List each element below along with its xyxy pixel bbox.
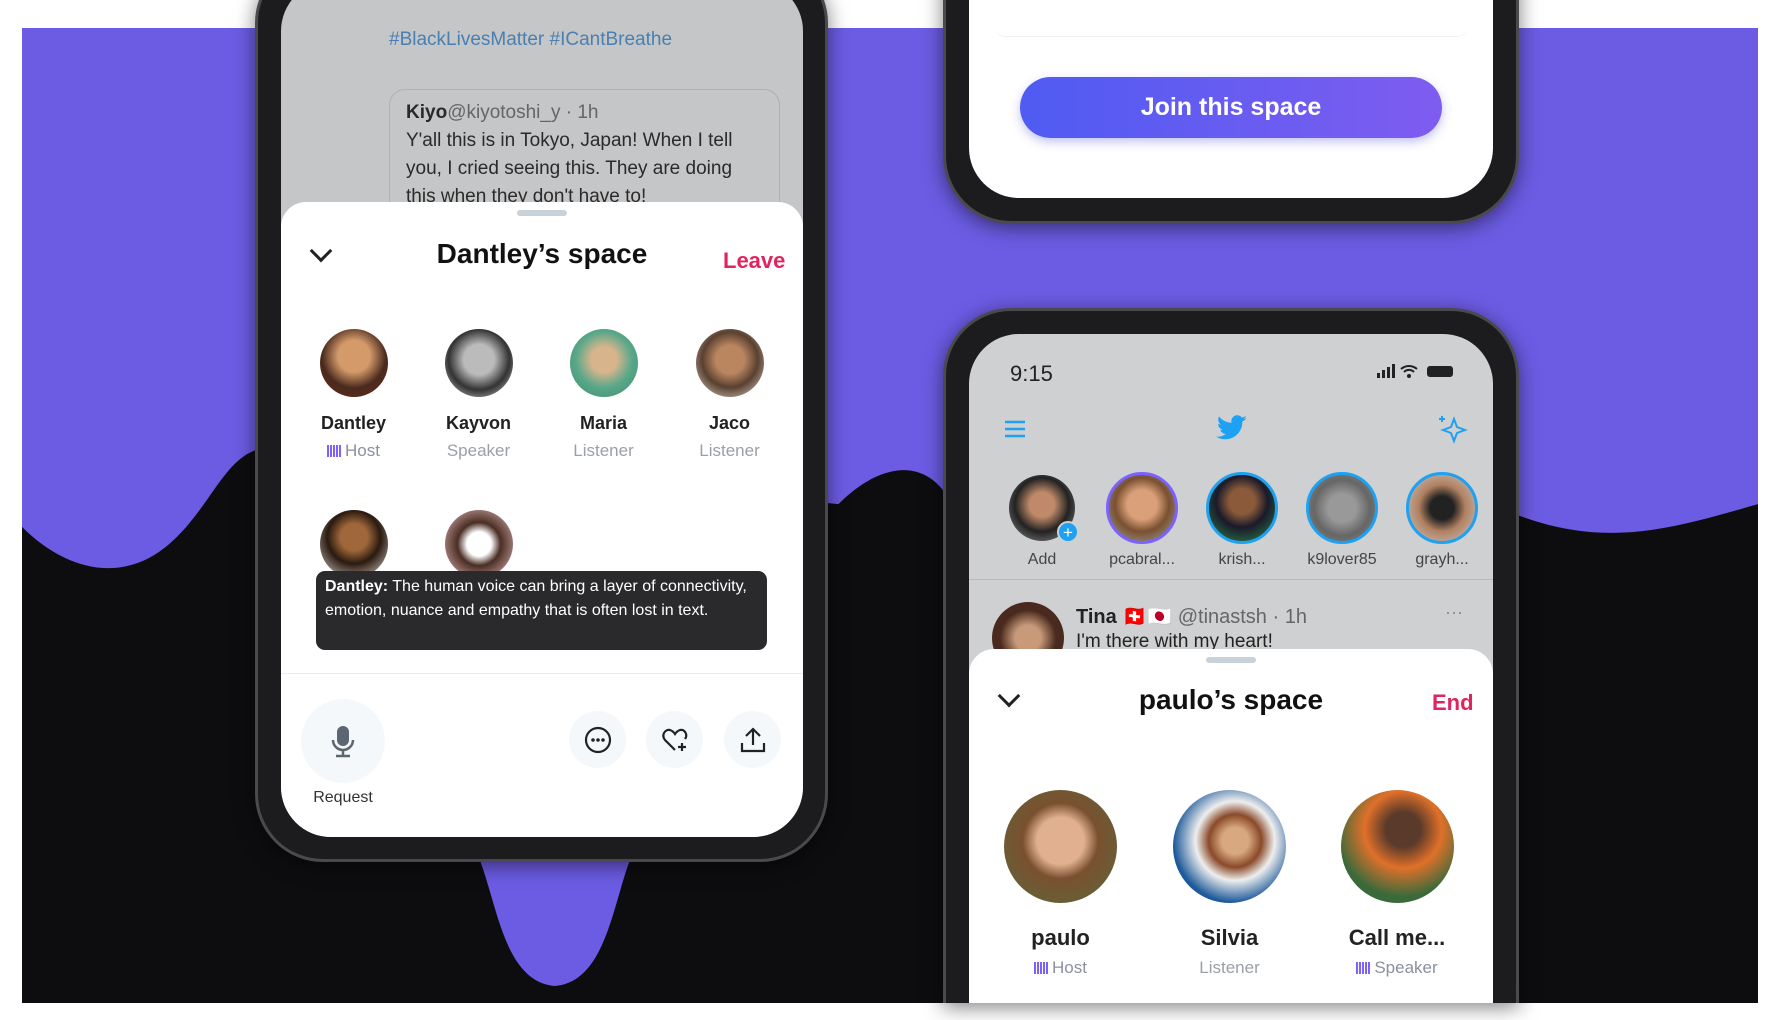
avatar-listener[interactable] — [445, 510, 513, 578]
avatar — [1106, 472, 1178, 544]
avatar — [1340, 790, 1454, 903]
microphone-icon — [331, 726, 355, 758]
request-label: Request — [313, 789, 373, 806]
sheet-grabber[interactable] — [1206, 657, 1256, 663]
stage: #BlackLivesMatter #ICantBreathe Kiyo@kiy… — [0, 0, 1778, 1020]
more-button[interactable] — [569, 711, 626, 768]
fleet-item[interactable]: grayh... — [1392, 472, 1492, 569]
end-button[interactable]: End — [1432, 690, 1474, 716]
quote-text: Y'all this is in Tokyo, Japan! When I te… — [406, 130, 733, 207]
participant-role: Listener — [699, 441, 760, 460]
leave-button[interactable]: Leave — [723, 248, 785, 274]
caption-speaker: Dantley: — [325, 578, 389, 595]
caption-text: The human voice can bring a layer of con… — [325, 578, 747, 619]
participant-name: Maria — [579, 413, 628, 433]
share-button[interactable] — [724, 711, 781, 768]
tweet-flags: 🇨🇭🇯🇵 — [1122, 606, 1173, 628]
participant-dantley[interactable]: Dantley Host — [297, 329, 410, 461]
participant-kayvon[interactable]: Kayvon Speaker — [422, 329, 535, 461]
join-space-button[interactable]: Join this space — [1020, 77, 1442, 138]
audio-wave-icon — [1356, 962, 1371, 974]
participant-role: Listener — [573, 441, 634, 460]
divider — [969, 579, 1493, 580]
bottom-right-phone: 9:15 + Add pcabral... krish... k9lover85… — [943, 308, 1519, 1003]
twitter-bird-icon[interactable] — [1213, 413, 1249, 443]
participant-call-me[interactable]: Call me... Speaker — [1337, 790, 1457, 978]
avatar — [1173, 790, 1286, 903]
avatar-listener[interactable] — [320, 510, 388, 578]
quote-author: Kiyo — [406, 102, 448, 123]
participant-silvia[interactable]: Silvia Listener — [1173, 790, 1286, 978]
avatar — [1206, 472, 1278, 544]
more-icon — [584, 726, 611, 753]
top-right-phone-screen: Join this space — [969, 0, 1493, 198]
space-title: paulo’s space — [1138, 684, 1324, 715]
participant-name: Kayvon — [445, 413, 512, 433]
share-icon — [740, 726, 765, 752]
participant-name: Call me... — [1348, 925, 1446, 950]
fleet-label: k9lover85 — [1307, 551, 1377, 568]
participant-role: Host — [1052, 958, 1087, 977]
top-right-phone: Join this space — [943, 0, 1519, 224]
fleet-label: pcabral... — [1109, 551, 1175, 568]
participant-jaco[interactable]: Jaco Listener — [673, 329, 786, 461]
sparkle-icon[interactable] — [1436, 413, 1468, 445]
left-phone: #BlackLivesMatter #ICantBreathe Kiyo@kiy… — [255, 0, 828, 862]
menu-icon[interactable] — [1003, 419, 1027, 439]
participant-name: Jaco — [708, 413, 751, 433]
space-sheet: Dantley’s space Leave Dantley Host Kayvo… — [281, 202, 803, 837]
fleet-label: grayh... — [1415, 551, 1469, 568]
tweet-more-icon[interactable]: ··· — [1445, 602, 1463, 623]
avatar — [1004, 790, 1117, 903]
quote-handle: @kiyotoshi_y · 1h — [447, 102, 599, 123]
avatar — [1306, 472, 1378, 544]
participant-name: Silvia — [1200, 925, 1259, 950]
participant-name: Dantley — [320, 413, 387, 433]
left-phone-screen: #BlackLivesMatter #ICantBreathe Kiyo@kiy… — [281, 0, 803, 837]
heart-plus-icon — [661, 728, 687, 751]
avatar: + — [1009, 475, 1079, 543]
participant-role: Listener — [1199, 958, 1260, 977]
participant-name: paulo — [1031, 925, 1090, 950]
tweet-handle: @tinastsh · 1h — [1177, 606, 1307, 628]
tweet-hashtags[interactable]: #BlackLivesMatter #ICantBreathe — [389, 29, 672, 51]
fleet-item[interactable]: pcabral... — [1092, 472, 1192, 569]
participant-maria[interactable]: Maria Listener — [547, 329, 660, 461]
avatar — [569, 329, 638, 397]
tweet-author[interactable]: Tina — [1076, 606, 1117, 628]
fleet-label: krish... — [1218, 551, 1266, 568]
divider — [281, 673, 803, 674]
fleets-row: + Add pcabral... krish... k9lover85 gray… — [992, 472, 1492, 569]
avatar — [444, 329, 513, 397]
participant-role: Host — [345, 441, 380, 460]
participant-paulo[interactable]: paulo Host — [1004, 790, 1117, 978]
bottom-right-phone-screen: 9:15 + Add pcabral... krish... k9lover85… — [969, 334, 1493, 1003]
fleet-add[interactable]: + Add — [992, 472, 1092, 569]
plus-icon: + — [1057, 521, 1079, 543]
fleet-item[interactable]: krish... — [1192, 472, 1292, 569]
audio-wave-icon — [327, 445, 342, 457]
react-button[interactable] — [646, 711, 703, 768]
participant-role: Speaker — [1374, 958, 1438, 977]
card-edge — [994, 26, 1468, 37]
caption-tooltip: Dantley: The human voice can bring a lay… — [316, 571, 767, 650]
avatar — [695, 329, 764, 397]
tweet-header: Tina 🇨🇭🇯🇵 @tinastsh · 1h — [1076, 604, 1307, 629]
battery-icon — [1427, 366, 1453, 377]
request-mic-button[interactable] — [301, 699, 385, 783]
participant-role: Speaker — [446, 441, 511, 460]
fleet-item[interactable]: k9lover85 — [1292, 472, 1392, 569]
avatar — [1406, 472, 1478, 544]
audio-wave-icon — [1034, 962, 1049, 974]
signal-icon — [1377, 364, 1395, 378]
sheet-grabber[interactable] — [517, 210, 567, 216]
space-sheet: paulo’s space End paulo Host Silvia List… — [969, 649, 1493, 1003]
status-time: 9:15 — [1010, 361, 1053, 386]
fleet-label: Add — [1027, 551, 1057, 568]
status-icons — [1377, 364, 1453, 378]
wifi-icon — [1400, 365, 1418, 378]
avatar — [319, 329, 388, 397]
